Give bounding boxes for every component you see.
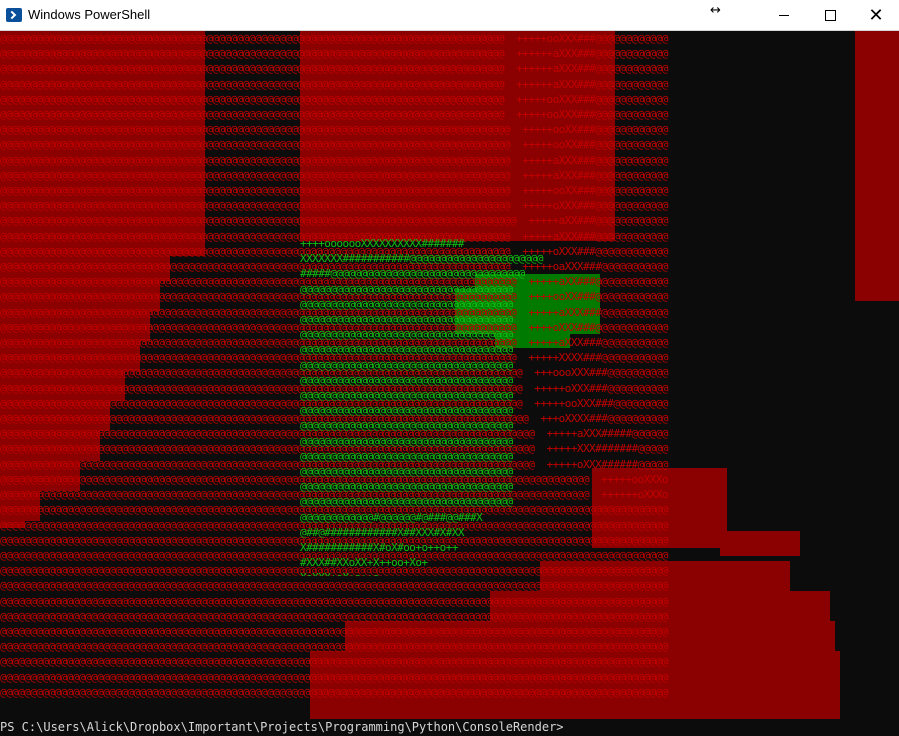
window-title: Windows PowerShell (28, 7, 151, 22)
command-prompt[interactable]: PS C:\Users\Alick\Dropbox\Important\Proj… (0, 719, 899, 736)
minimize-icon (779, 15, 789, 16)
close-icon: ✕ (868, 4, 884, 26)
close-button[interactable]: ✕ (853, 0, 899, 31)
ascii-art-green: ++++ooooooXXXXXXXXXX####### XXXXXXX#####… (300, 237, 543, 576)
resize-cursor-icon: ↔ (710, 3, 721, 18)
powershell-icon (6, 8, 22, 22)
minimize-button[interactable] (761, 0, 807, 31)
title-bar: Windows PowerShell ↔ ✕ (0, 0, 899, 31)
console-output[interactable]: @@@@@@@@@@@@@@@@@@@@@@@@@@@@@@@@@@@@@@@@… (0, 31, 899, 736)
maximize-button[interactable] (807, 0, 853, 31)
maximize-icon (824, 10, 836, 21)
ascii-art-green-region: ++++ooooooXXXXXXXXXX####### XXXXXXX#####… (300, 236, 635, 576)
